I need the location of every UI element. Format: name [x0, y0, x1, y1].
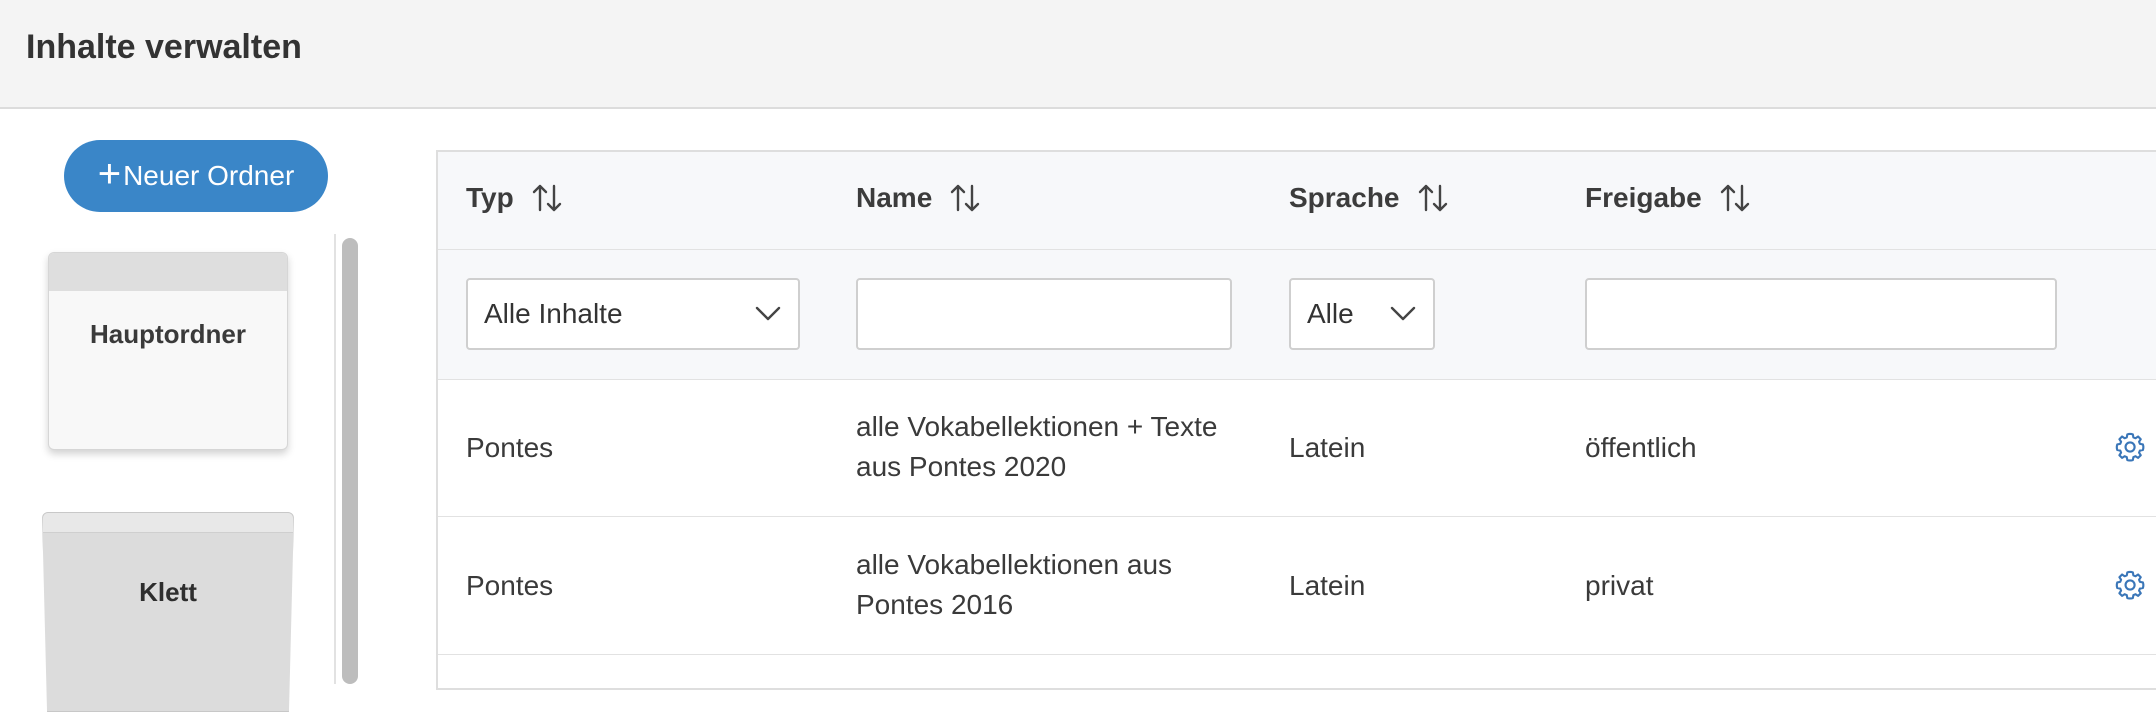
table-row[interactable]: Pontes alle Vokabellektionen + Texte aus… — [438, 380, 2156, 517]
cell-sprache: Latein — [1289, 570, 1366, 601]
column-header-freigabe[interactable]: Freigabe — [1585, 182, 1750, 214]
sort-icon — [1418, 184, 1447, 212]
cell-freigabe: öffentlich — [1585, 432, 1697, 463]
folder-label: Klett — [139, 577, 197, 607]
table-row[interactable]: Pontes alle Vokabellektionen aus Pontes … — [438, 518, 2156, 655]
sort-icon — [1720, 184, 1749, 212]
name-filter-input[interactable] — [856, 278, 1232, 350]
sort-icon — [532, 184, 561, 212]
folder-tab — [49, 253, 287, 291]
column-header-typ[interactable]: Typ — [466, 182, 562, 214]
content-table: Typ Name Sprache Freigabe Alle Inhalte A… — [436, 150, 2156, 690]
column-label: Typ — [466, 182, 514, 213]
folder-list: Hauptordner Klett — [0, 230, 340, 712]
cell-typ: Pontes — [466, 432, 554, 463]
sprache-filter-select[interactable]: Alle — [1289, 278, 1435, 350]
page-title: Inhalte verwalten — [26, 28, 302, 66]
filter-row: Alle Inhalte Alle — [438, 250, 2156, 380]
cell-typ: Pontes — [466, 570, 554, 601]
cell-name: alle Vokabellektionen aus Pontes 2016 — [856, 545, 1256, 625]
plus-icon: + — [97, 152, 122, 196]
new-folder-button[interactable]: + Neuer Ordner — [64, 140, 328, 212]
page-header: Inhalte verwalten — [0, 0, 2156, 109]
new-folder-label: Neuer Ordner — [123, 160, 295, 191]
column-header-name[interactable]: Name — [856, 182, 980, 214]
cell-sprache: Latein — [1289, 432, 1366, 463]
table-header: Typ Name Sprache Freigabe — [438, 152, 2156, 250]
chevron-down-icon — [1390, 306, 1416, 321]
cell-name-line: aus Pontes 2020 — [856, 451, 1067, 482]
column-header-sprache[interactable]: Sprache — [1289, 182, 1448, 214]
cell-freigabe: privat — [1585, 570, 1654, 601]
sidebar-divider — [334, 234, 336, 684]
cell-name-line: Pontes 2016 — [856, 589, 1014, 620]
scrollbar-thumb[interactable] — [342, 238, 358, 684]
column-label: Freigabe — [1585, 182, 1702, 213]
folder-label: Hauptordner — [90, 319, 246, 349]
gear-icon[interactable] — [2114, 568, 2148, 602]
sidebar-scrollbar[interactable] — [342, 238, 358, 684]
cell-name: alle Vokabellektionen + Texte aus Pontes… — [856, 407, 1256, 487]
cell-name-line: alle Vokabellektionen aus — [856, 549, 1173, 580]
gear-icon[interactable] — [2114, 430, 2148, 464]
cell-name-line: alle Vokabellektionen + Texte — [856, 411, 1218, 442]
column-label: Name — [856, 182, 933, 213]
folder-tab — [43, 513, 293, 533]
folder-card-hauptordner[interactable]: Hauptordner — [48, 252, 288, 450]
select-value: Alle Inhalte — [484, 298, 623, 329]
select-value: Alle — [1307, 298, 1354, 329]
chevron-down-icon — [755, 306, 781, 321]
sort-icon — [951, 184, 980, 212]
column-label: Sprache — [1289, 182, 1400, 213]
folder-card-klett[interactable]: Klett — [42, 512, 294, 712]
typ-filter-select[interactable]: Alle Inhalte — [466, 278, 800, 350]
freigabe-filter-input[interactable] — [1585, 278, 2057, 350]
